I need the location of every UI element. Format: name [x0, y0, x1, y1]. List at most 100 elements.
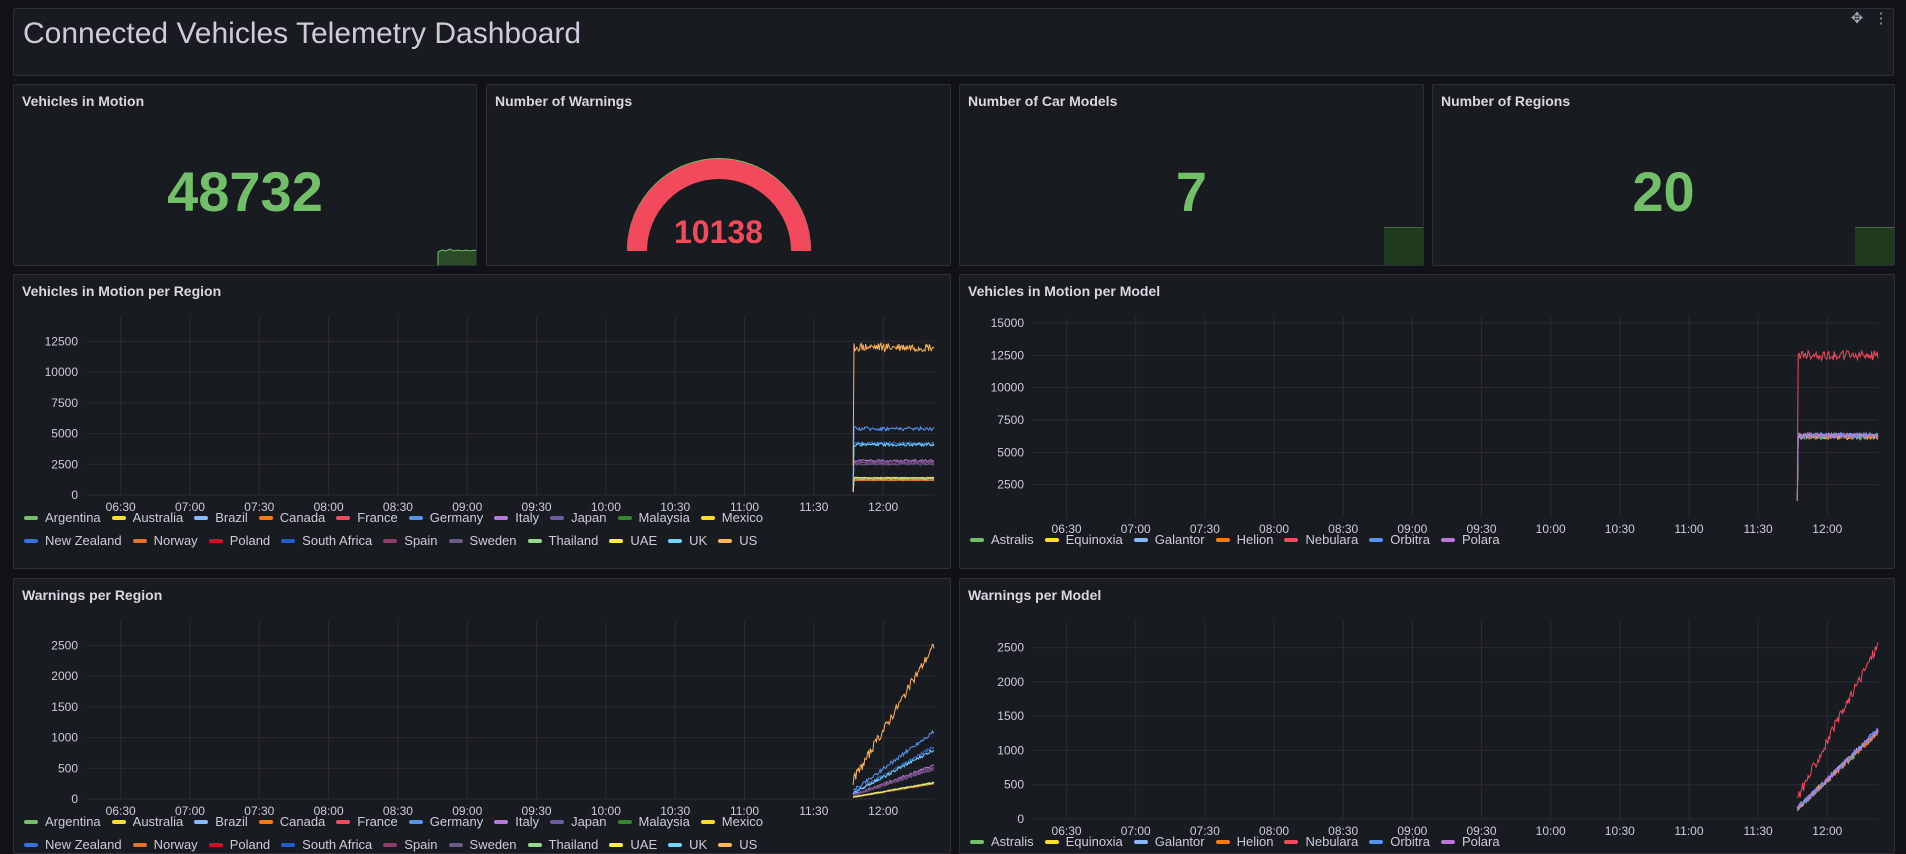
legend-item[interactable]: New Zealand	[24, 533, 122, 548]
legend-swatch	[1044, 537, 1059, 542]
legend-item[interactable]: Astralis	[970, 834, 1034, 849]
legend-item[interactable]: France	[336, 510, 398, 525]
legend-item[interactable]: Galantor	[1133, 532, 1205, 547]
legend-item[interactable]: Spain	[383, 533, 438, 548]
series-line-uae	[852, 781, 935, 798]
legend-label: Japan	[571, 510, 607, 525]
legend-swatch	[1440, 537, 1455, 542]
legend-label: New Zealand	[45, 533, 122, 548]
series-line-sweden	[852, 462, 935, 489]
legend-item[interactable]: Polara	[1440, 532, 1500, 547]
legend-item[interactable]: US	[718, 533, 757, 548]
kebab-menu-icon[interactable]: ⋮	[1869, 9, 1893, 29]
legend-item[interactable]: South Africa	[281, 533, 372, 548]
x-tick-label: 10:00	[1536, 824, 1566, 838]
legend-item[interactable]: Sweden	[448, 837, 517, 852]
legend-swatch	[281, 538, 296, 543]
legend-label: UAE	[630, 837, 658, 852]
legend-swatch	[668, 538, 683, 543]
legend-item[interactable]: Sweden	[448, 533, 517, 548]
legend-item[interactable]: Nebulara	[1284, 532, 1358, 547]
car-models-panel[interactable]: Number of Car Models 7	[959, 84, 1424, 266]
warnings-per-model-panel[interactable]: Warnings per Model 0 500 1000 1500 2000 2500 0…	[959, 578, 1895, 854]
series-line-astralis	[1796, 432, 1879, 502]
y-tick-label: 0	[1017, 812, 1024, 826]
regions-panel[interactable]: Number of Regions 20	[1432, 84, 1895, 266]
legend-item[interactable]: UAE	[609, 533, 657, 548]
legend-item[interactable]: Italy	[494, 814, 539, 829]
legend-item[interactable]: Galantor	[1133, 834, 1205, 849]
x-tick-label: 11:30	[1744, 824, 1773, 838]
legend-label: Astralis	[991, 834, 1034, 849]
legend-item[interactable]: New Zealand	[24, 837, 122, 852]
legend-item[interactable]: Spain	[383, 837, 438, 852]
legend-item[interactable]: UAE	[609, 837, 657, 852]
legend-item[interactable]: US	[718, 837, 757, 852]
legend-item[interactable]: Equinoxia	[1044, 834, 1123, 849]
dashboard-header-panel: Connected Vehicles Telemetry Dashboard ✥…	[13, 8, 1894, 76]
legend-label: Germany	[429, 510, 484, 525]
legend-label: South Africa	[302, 533, 373, 548]
legend-item[interactable]: Mexico	[700, 814, 763, 829]
legend-item[interactable]: South Africa	[281, 837, 372, 852]
car-models-sparkline	[1384, 227, 1423, 265]
legend-item[interactable]: Thailand	[527, 837, 598, 852]
legend-swatch	[609, 842, 624, 847]
legend-item[interactable]: Australia	[111, 510, 183, 525]
panel-title: Number of Regions	[1441, 93, 1571, 109]
legend-item[interactable]: Brazil	[194, 510, 248, 525]
y-tick-label: 1500	[51, 700, 78, 714]
legend-item[interactable]: UK	[668, 837, 707, 852]
series-line-nebulara	[1796, 349, 1879, 485]
move-icon[interactable]: ✥	[1845, 9, 1869, 29]
legend-item[interactable]: Norway	[132, 533, 198, 548]
legend-item[interactable]: Poland	[208, 837, 270, 852]
legend-item[interactable]: Canada	[258, 814, 325, 829]
legend-swatch	[970, 537, 984, 542]
legend-item[interactable]: Polara	[1440, 834, 1500, 849]
legend-item[interactable]: Poland	[208, 533, 270, 548]
y-tick-label: 2000	[997, 675, 1024, 689]
legend-item[interactable]: Thailand	[527, 533, 598, 548]
vehicles-in-motion-panel[interactable]: Vehicles in Motion 48732	[13, 84, 477, 266]
legend-item[interactable]: Malaysia	[617, 814, 690, 829]
legend-item[interactable]: Nebulara	[1284, 834, 1358, 849]
legend-item[interactable]: Brazil	[194, 814, 248, 829]
legend-swatch	[24, 819, 38, 824]
legend-swatch	[336, 515, 351, 520]
warnings-per-region-panel[interactable]: Warnings per Region 0 500 1000 1500 2000 2500…	[13, 578, 951, 854]
vehicles-per-region-panel[interactable]: Vehicles in Motion per Region 0 2500 5000 7…	[13, 274, 951, 569]
series-line-argentina	[852, 479, 935, 493]
legend-item[interactable]: Helion	[1215, 834, 1273, 849]
legend-item[interactable]: UK	[668, 533, 707, 548]
legend-item[interactable]: Argentina	[24, 510, 101, 525]
legend-item[interactable]: Japan	[550, 814, 607, 829]
legend-item[interactable]: Japan	[550, 510, 607, 525]
y-tick-label: 2500	[997, 478, 1024, 492]
series-line-norway	[852, 479, 935, 493]
legend-item[interactable]: Australia	[111, 814, 183, 829]
legend-item[interactable]: Equinoxia	[1044, 532, 1123, 547]
legend-item[interactable]: France	[336, 814, 398, 829]
legend-item[interactable]: Helion	[1215, 532, 1273, 547]
legend-item[interactable]: Malaysia	[617, 510, 690, 525]
x-tick-label: 11:30	[799, 500, 828, 514]
legend-item[interactable]: Italy	[494, 510, 539, 525]
legend-item[interactable]: Germany	[408, 814, 483, 829]
legend-item[interactable]: Orbitra	[1369, 834, 1430, 849]
legend-item[interactable]: Orbitra	[1369, 532, 1430, 547]
legend-item[interactable]: Astralis	[970, 532, 1034, 547]
warnings-panel[interactable]: Number of Warnings 10138	[486, 84, 951, 266]
series-line-helion	[1796, 432, 1879, 502]
legend-item[interactable]: Mexico	[700, 510, 763, 525]
vehicles-per-model-panel[interactable]: Vehicles in Motion per Model 2500 5000 750…	[959, 274, 1895, 569]
legend-swatch	[448, 842, 463, 847]
legend-swatch	[383, 538, 398, 543]
legend-item[interactable]: Germany	[408, 510, 484, 525]
legend-label: Galantor	[1154, 532, 1205, 547]
legend-item[interactable]: Argentina	[24, 814, 101, 829]
legend-swatch	[1369, 537, 1384, 542]
legend-item[interactable]: Canada	[258, 510, 325, 525]
legend-label: US	[739, 533, 758, 548]
legend-item[interactable]: Norway	[132, 837, 198, 852]
